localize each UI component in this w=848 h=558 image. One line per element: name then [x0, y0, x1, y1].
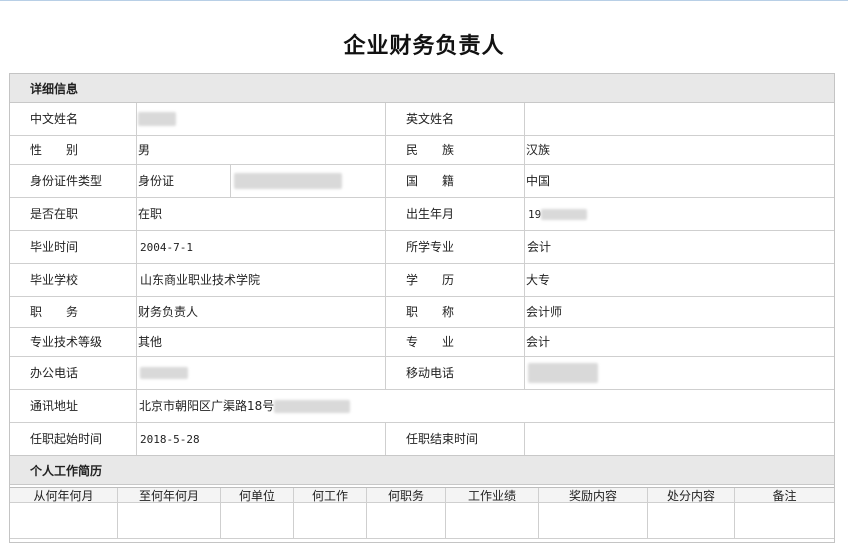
label-office-phone: 办公电话 — [30, 366, 79, 380]
value-birth: 19 — [525, 198, 834, 230]
redacted-birth — [541, 208, 588, 220]
value-position: 财务负责人 — [138, 305, 199, 319]
label-gender: 性 别 — [30, 143, 79, 157]
value-start-time: 2018-5-28 — [140, 432, 200, 446]
label-nationality: 国 籍 — [406, 174, 455, 188]
value-school: 山东商业职业技术学院 — [140, 273, 261, 287]
resume-col-unit: 何单位 — [238, 488, 275, 503]
address-text: 北京市朝阳区广渠路18号 — [139, 399, 275, 413]
label-end-time: 任职结束时间 — [406, 432, 479, 446]
resume-table-bottom — [10, 538, 834, 539]
label-title-rank: 职 称 — [406, 305, 455, 319]
redacted-chinese-name — [138, 112, 176, 126]
redacted-address — [274, 399, 351, 413]
value-nationality: 中国 — [526, 174, 551, 188]
page-title: 企业财务负责人 — [343, 33, 505, 59]
resume-col-post: 何职务 — [387, 488, 424, 503]
value-title-rank: 会计师 — [526, 305, 563, 319]
label-school: 毕业学校 — [30, 273, 79, 287]
value-chinese-name — [137, 103, 385, 135]
label-start-time: 任职起始时间 — [30, 432, 103, 446]
value-ethnicity: 汉族 — [526, 143, 551, 157]
redacted-id-number — [234, 173, 342, 189]
value-employed: 在职 — [138, 207, 163, 221]
resume-col-achievement: 工作业绩 — [467, 488, 516, 503]
label-tech-level: 专业技术等级 — [30, 335, 103, 349]
label-address: 通讯地址 — [30, 399, 79, 413]
top-border-line — [0, 0, 848, 1]
value-education: 大专 — [526, 273, 551, 287]
label-grad-time: 毕业时间 — [30, 240, 79, 254]
label-mobile-phone: 移动电话 — [406, 366, 455, 380]
resume-col-reward: 奖励内容 — [568, 488, 617, 503]
section-header-resume: 个人工作简历 — [10, 455, 834, 485]
label-chinese-name: 中文姓名 — [30, 112, 79, 126]
value-tech-level: 其他 — [138, 335, 163, 349]
value-english-name — [525, 103, 834, 135]
value-specialty: 会计 — [526, 335, 551, 349]
label-position: 职 务 — [30, 305, 79, 319]
value-mobile-phone — [525, 357, 834, 389]
resume-col-work: 何工作 — [311, 488, 348, 503]
resume-col-to: 至何年何月 — [138, 488, 199, 503]
label-employed: 是否在职 — [30, 207, 79, 221]
resume-col-penalty: 处分内容 — [666, 488, 715, 503]
label-id-type: 身份证件类型 — [30, 174, 103, 188]
value-major: 会计 — [527, 240, 552, 254]
redacted-office-phone — [140, 367, 188, 379]
value-office-phone — [137, 357, 385, 389]
birth-year-prefix: 19 — [528, 207, 542, 221]
value-end-time — [525, 423, 834, 455]
value-address: 北京市朝阳区广渠路18号 — [137, 390, 834, 422]
resume-col-from: 从何年何月 — [33, 488, 94, 503]
value-id-number — [231, 165, 385, 197]
label-ethnicity: 民 族 — [406, 143, 455, 157]
value-grad-time: 2004-7-1 — [140, 240, 193, 254]
value-gender: 男 — [138, 143, 151, 157]
label-specialty: 专 业 — [406, 335, 455, 349]
label-major: 所学专业 — [406, 240, 455, 254]
value-id-type: 身份证 — [138, 174, 175, 188]
label-birth: 出生年月 — [406, 207, 455, 221]
section-header-details: 详细信息 — [10, 74, 834, 103]
label-education: 学 历 — [406, 273, 455, 287]
redacted-mobile-phone — [528, 363, 598, 383]
resume-col-remark: 备注 — [772, 488, 797, 503]
label-english-name: 英文姓名 — [406, 112, 455, 126]
